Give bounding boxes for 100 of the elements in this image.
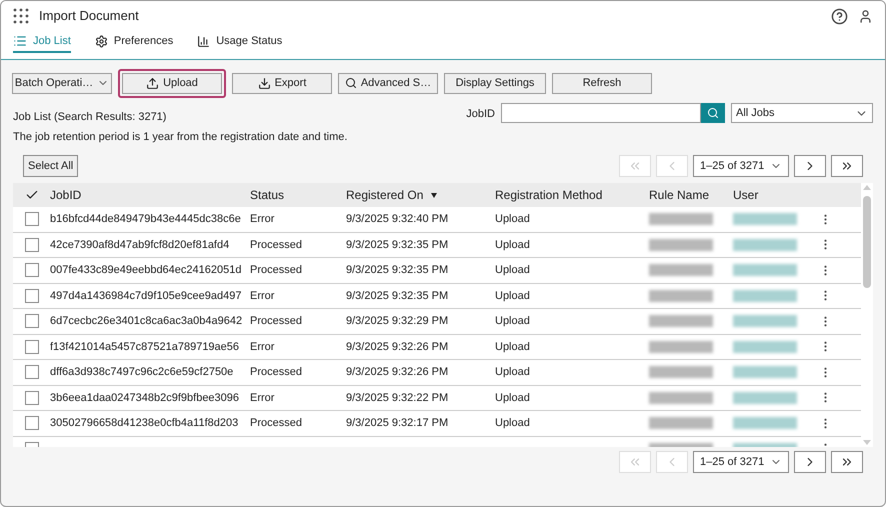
tab[interactable]: Job List (13, 31, 71, 53)
table-cell: Processed (250, 366, 302, 378)
blurred-text (649, 290, 713, 302)
row-checkbox[interactable] (24, 390, 38, 405)
table-cell: Upload (495, 417, 530, 430)
toolbar-button[interactable]: Export (232, 72, 332, 94)
column-header[interactable]: Rule Name (649, 186, 710, 204)
blurred-text (733, 213, 797, 226)
blurred-text (649, 340, 713, 353)
table-cell: Processed (250, 238, 302, 251)
table-cell: Error (250, 392, 274, 404)
table-cell: Upload (495, 366, 530, 378)
blurred-text (733, 417, 797, 430)
table-cell: 9/3/2025 9:32:26 PM (346, 366, 448, 378)
tab[interactable]: Usage Status (197, 31, 282, 53)
blurred-text (733, 392, 797, 404)
retention-note: The job retention period is 1 year from the registration date and time. (13, 130, 348, 144)
last-page-button[interactable] (831, 451, 863, 473)
jobid-search-field[interactable] (501, 103, 701, 123)
row-checkbox[interactable] (24, 340, 38, 354)
window-title: Import Document (39, 7, 139, 26)
column-header[interactable]: User (733, 186, 758, 204)
table-cell: Upload (495, 213, 530, 226)
search-results-count: Job List (Search Results: 3271) (13, 110, 168, 125)
table-cell: 9/3/2025 9:32:35 PM (346, 238, 448, 251)
blurred-text (649, 417, 713, 430)
row-checkbox[interactable] (24, 263, 38, 278)
table-cell: Upload (495, 264, 530, 276)
table-cell: 9/3/2025 9:32:35 PM (346, 264, 448, 276)
row-checkbox[interactable] (24, 288, 38, 303)
table-cell: dff6a3d938c7497c96c2c6e59cf2750e (50, 366, 234, 378)
table-cell: Upload (495, 392, 530, 404)
page-range-dropdown[interactable]: 1–25 of 3271 (693, 451, 789, 473)
page-range-dropdown[interactable]: 1–25 of 3271 (693, 155, 789, 177)
search-label: JobID (466, 107, 495, 122)
download-icon (258, 76, 271, 90)
help-icon[interactable] (831, 8, 848, 24)
next-page-button[interactable] (794, 155, 826, 177)
app-grid-icon[interactable] (13, 8, 29, 24)
next-page-button[interactable] (794, 451, 826, 473)
settings-icon (94, 34, 108, 48)
table-cell: 9/3/2025 9:32:29 PM (346, 315, 448, 328)
row-checkbox[interactable] (24, 416, 38, 430)
tab[interactable]: Preferences (94, 31, 174, 53)
table-cell: 9/3/2025 9:32:22 PM (346, 392, 448, 404)
blurred-text (649, 315, 713, 328)
blurred-text (649, 392, 713, 404)
table-cell: f13f421014a5457c87521a789719ae56 (50, 340, 240, 353)
toolbar-button[interactable]: Advanced S… (338, 72, 438, 94)
table-cell: 9/3/2025 9:32:17 PM (346, 417, 448, 430)
table-cell: Upload (495, 238, 530, 251)
table-cell: 007fe433c89e49eebbd64ec24162051d (50, 264, 242, 276)
table-cell: Upload (495, 290, 530, 302)
user-icon[interactable] (858, 8, 873, 24)
job-filter-dropdown[interactable]: All Jobs (731, 103, 873, 123)
blurred-text (733, 340, 797, 353)
batch-operations-dropdown[interactable]: Batch Operati… (12, 72, 112, 94)
blurred-text (649, 213, 713, 226)
row-checkbox[interactable] (24, 238, 38, 252)
blurred-text (649, 366, 713, 378)
bar-chart-icon (197, 34, 210, 48)
table-cell: 30502796658d41238e0cfb4a11f8d203 (50, 417, 238, 430)
table-cell: Processed (250, 417, 302, 430)
table-cell: 9/3/2025 9:32:40 PM (346, 213, 448, 226)
scrollbar[interactable] (861, 183, 873, 447)
row-checkbox[interactable] (24, 212, 38, 226)
toolbar-button[interactable]: Refresh (552, 72, 652, 94)
search-icon (344, 77, 357, 89)
blurred-text (733, 315, 797, 328)
blurred-text (733, 290, 797, 302)
column-header[interactable]: JobID (50, 186, 82, 204)
blurred-text (733, 264, 797, 276)
table-cell: 42ce7390af8d47ab9fcf8d20ef81afd4 (50, 238, 230, 251)
upload-icon (146, 76, 160, 90)
scrollbar-thumb[interactable] (863, 196, 871, 288)
table-cell: Upload (495, 315, 530, 328)
toolbar-button[interactable]: Display Settings (444, 72, 546, 94)
table-cell: 9/3/2025 9:32:26 PM (346, 340, 448, 353)
column-header[interactable]: Status (250, 186, 284, 204)
select-all-button[interactable]: Select All (23, 155, 78, 177)
blurred-text (649, 238, 713, 251)
blurred-text (733, 366, 797, 378)
table-cell: 9/3/2025 9:32:35 PM (346, 290, 448, 302)
blurred-text (733, 238, 797, 251)
row-checkbox[interactable] (24, 365, 38, 380)
column-header[interactable]: Registered On (346, 186, 424, 204)
table-cell: Error (250, 340, 274, 353)
search-button[interactable] (701, 103, 725, 123)
table-cell: Error (250, 213, 274, 226)
column-header[interactable]: Registration Method (495, 186, 602, 204)
row-checkbox[interactable] (24, 314, 38, 328)
toolbar-button[interactable]: Upload (122, 72, 222, 94)
table-cell: b16bfcd44de849479b43e4445dc38c6e (50, 213, 241, 226)
table-cell: Processed (250, 264, 302, 276)
last-page-button[interactable] (831, 155, 863, 177)
table-cell: Processed (250, 315, 302, 328)
table-cell: 497d4a1436984c7d9f105e9cee9ad497 (50, 290, 242, 302)
table-cell: 6d7cecbc26e3401c8ca6ac3a0b4a9642 (50, 315, 242, 328)
list-icon (13, 34, 27, 48)
table-cell: Error (250, 290, 274, 302)
